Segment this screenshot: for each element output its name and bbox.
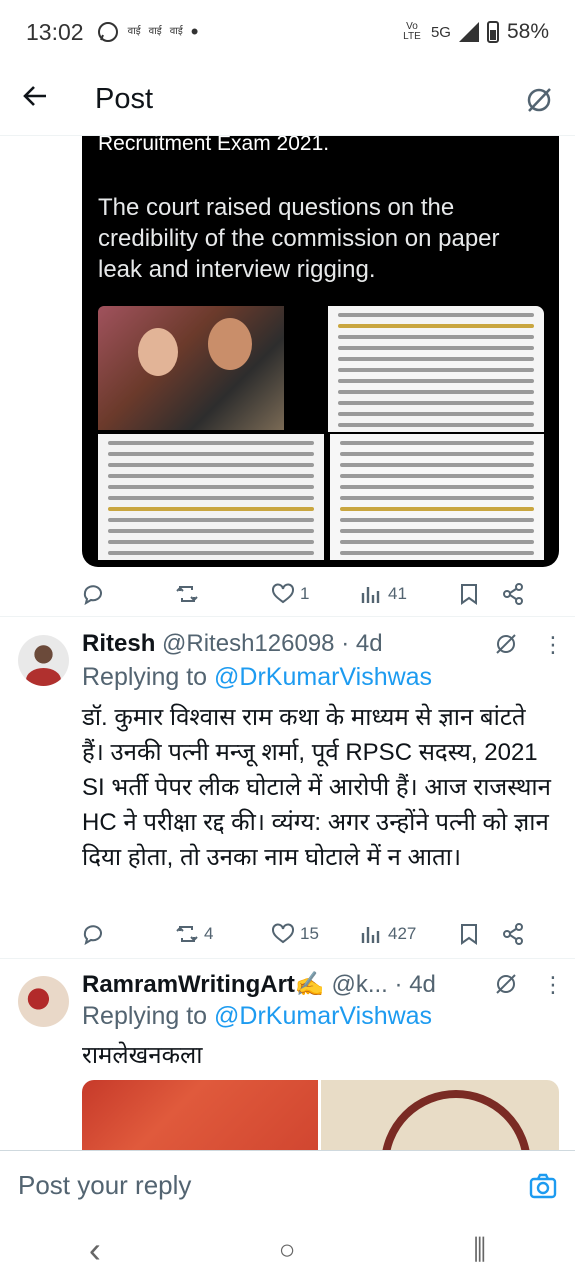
replying-to-label: Replying to	[82, 1002, 208, 1030]
more-options-icon[interactable]: ⋮	[542, 972, 564, 998]
network-type: 5G	[430, 23, 451, 41]
display-name[interactable]: Ritesh	[82, 630, 155, 657]
repost-icon	[176, 586, 198, 602]
person-face	[208, 318, 252, 370]
clock: 13:02	[26, 18, 84, 45]
bookmark-icon[interactable]	[458, 583, 480, 605]
person-face	[138, 328, 178, 376]
back-arrow-icon[interactable]	[22, 83, 72, 117]
news-app-icon: वाई	[127, 26, 141, 37]
media-text-paragraph: The court raised questions on the credib…	[98, 194, 500, 283]
camera-icon[interactable]	[529, 1172, 557, 1200]
nav-recents-icon[interactable]: ⫼	[473, 1234, 486, 1267]
reply-input[interactable]: Post your reply	[18, 1170, 191, 1201]
share-icon[interactable]	[502, 583, 524, 605]
replying-to-handle[interactable]: @DrKumarVishwas	[214, 1002, 432, 1030]
repost-count: 4	[204, 924, 214, 943]
nav-home-icon[interactable]: ○	[279, 1234, 296, 1266]
notification-icons: वाई वाई वाई •	[96, 19, 199, 45]
divider	[0, 958, 575, 959]
whatsapp-icon	[97, 22, 118, 42]
reply-image[interactable]	[321, 1080, 559, 1150]
divider	[0, 616, 575, 617]
like-count: 15	[300, 924, 319, 943]
like-button[interactable]: 1	[272, 583, 360, 605]
views-button[interactable]: 41	[360, 583, 458, 605]
heart-icon	[272, 583, 294, 604]
more-notifications-dot: •	[190, 19, 199, 44]
media-text-line: Recruitment Exam 2021.	[98, 136, 330, 155]
repost-button[interactable]: 4	[176, 923, 272, 945]
battery-icon	[486, 21, 499, 43]
replying-to-handle[interactable]: @DrKumarVishwas	[214, 663, 432, 691]
share-icon[interactable]	[502, 923, 524, 945]
reply-composer[interactable]: Post your reply	[0, 1150, 575, 1220]
battery-level: 58%	[506, 20, 549, 43]
reply-icon	[83, 585, 102, 605]
status-bar: 13:02 वाई वाई वाई • Vo LTE 5G 58%	[0, 0, 575, 64]
views-count: 427	[388, 924, 417, 943]
like-button[interactable]: 15	[272, 923, 360, 945]
display-name[interactable]: RamramWritingArt✍️	[82, 971, 325, 998]
post-time: · 4d	[394, 971, 436, 998]
heart-icon	[272, 923, 294, 944]
views-button[interactable]: 427	[360, 923, 458, 945]
post-header: Post	[0, 64, 575, 136]
grok-icon[interactable]	[525, 86, 553, 114]
reply-icon	[83, 925, 102, 945]
grok-icon[interactable]	[494, 972, 518, 996]
reply-text: डॉ. कुमार विश्वास राम कथा के माध्यम से ज…	[82, 704, 551, 871]
post-time: · 4d	[341, 630, 383, 657]
views-count: 41	[388, 584, 407, 603]
document-image	[98, 434, 324, 560]
avatar[interactable]	[18, 635, 69, 686]
signal-icon	[458, 22, 479, 42]
embedded-photo	[98, 306, 284, 430]
user-handle[interactable]: @k...	[331, 971, 387, 998]
views-icon	[361, 587, 380, 603]
post-media-image[interactable]: Recruitment Exam 2021. The court raised …	[82, 136, 559, 567]
user-handle[interactable]: @Ritesh126098	[162, 630, 334, 657]
document-image	[328, 306, 544, 438]
views-icon	[361, 927, 380, 943]
reply-text: रामलेखनकला	[82, 1042, 203, 1069]
reply-button[interactable]	[82, 923, 176, 945]
replying-to-label: Replying to	[82, 663, 208, 691]
repost-icon	[176, 926, 198, 942]
news-app-icon: वाई	[148, 26, 162, 37]
document-image	[330, 434, 544, 560]
repost-button[interactable]	[176, 583, 272, 605]
volte-indicator: Vo LTE	[403, 21, 421, 42]
system-nav-bar: ‹ ○ ⫼	[0, 1220, 575, 1280]
reply-button[interactable]	[82, 583, 176, 605]
reply-action-bar: 4 15 427	[82, 914, 552, 954]
like-count: 1	[300, 584, 310, 603]
nav-back-icon[interactable]: ‹	[89, 1229, 101, 1271]
avatar[interactable]	[18, 976, 69, 1027]
bookmark-icon[interactable]	[458, 923, 480, 945]
grok-icon[interactable]	[494, 632, 518, 656]
more-options-icon[interactable]: ⋮	[542, 632, 564, 658]
post-action-bar: 1 41	[82, 574, 552, 614]
reply-image[interactable]	[82, 1080, 318, 1150]
news-app-icon: वाई	[169, 26, 183, 37]
page-title: Post	[95, 83, 154, 115]
